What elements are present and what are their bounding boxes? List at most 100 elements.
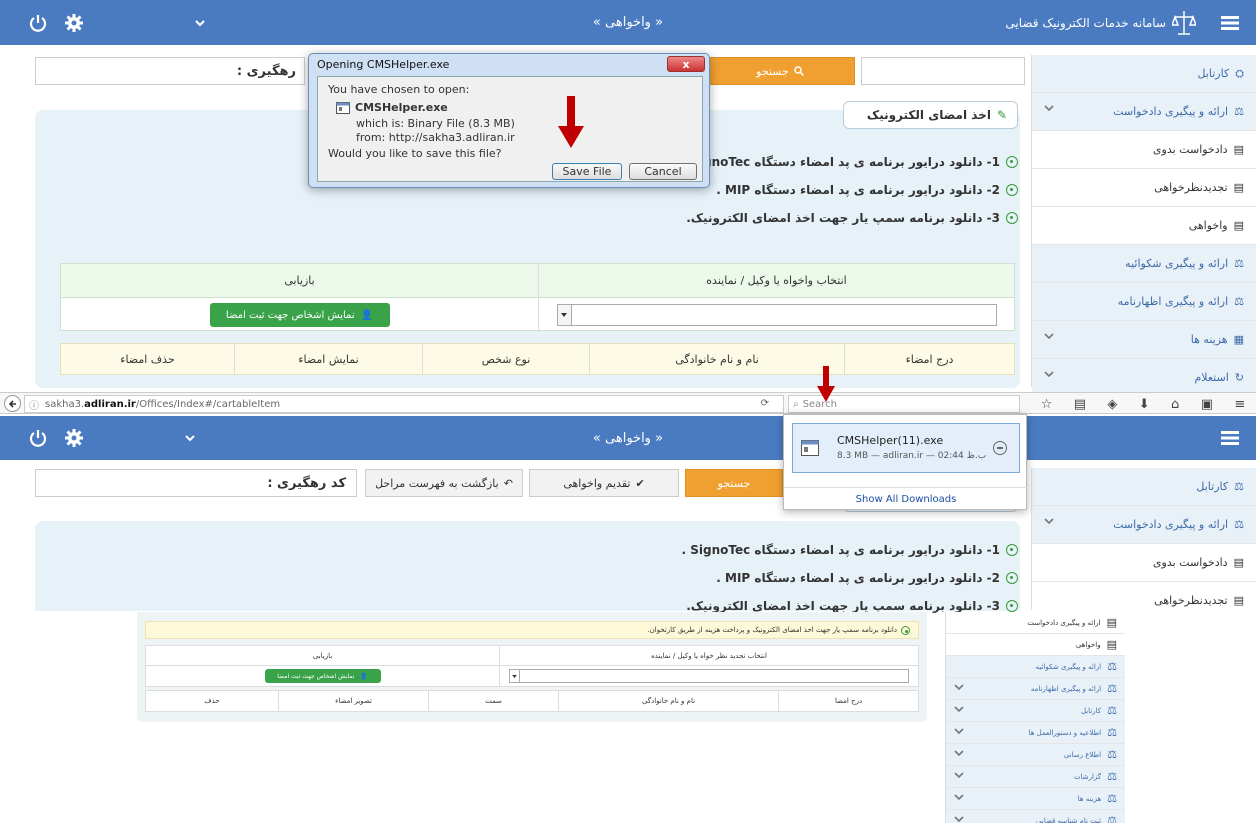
search-button[interactable]: جستجو (685, 469, 783, 497)
dialog-close-button[interactable]: x (667, 56, 705, 72)
show-persons-button[interactable]: 👤 نمایش اشخاص جهت ثبت امضا (209, 303, 390, 327)
reload-icon[interactable]: ⟳ (761, 398, 769, 409)
submit-objection-button[interactable]: ✔ تقدیم واخواهی (529, 469, 679, 497)
submit-objection-label: تقدیم واخواهی (563, 476, 631, 490)
download-icon[interactable]: ⬇ (1139, 397, 1150, 412)
show-persons-label: نمایش اشخاص جهت ثبت امضا (225, 309, 355, 321)
calculator-icon: ▦ (1233, 333, 1244, 346)
search-input[interactable] (861, 57, 1025, 85)
person-select[interactable] (556, 304, 997, 326)
bottom-select-arrow[interactable] (510, 670, 521, 682)
power-icon (29, 14, 47, 32)
sidebar-item[interactable]: ⚖ ارائه و پیگیری شکوائیه (1032, 245, 1256, 283)
sidebar-item[interactable]: ▤ دادخواست بدوی (1032, 544, 1256, 582)
cancel-button[interactable]: Cancel (629, 163, 697, 180)
sidebar-item[interactable]: ⚖ ارائه و پیگیری اظهارنامه (946, 678, 1125, 700)
sidebar-item[interactable]: ⚖ کارتابل (946, 700, 1125, 722)
downloads-panel: CMSHelper(11).exe 8.3 MB — adliran.ir — … (783, 414, 1028, 510)
sidebar-item-label: دادخواست بدوی (1152, 143, 1228, 156)
browser-menu-icon[interactable]: ≡ (1234, 397, 1245, 412)
tab-signature[interactable]: ✎ اخذ امضای الکترونیک (843, 101, 1018, 129)
url-path: /Offices/Index#/cartableItem (135, 398, 281, 410)
column-header: تصویر امضاء (278, 691, 428, 711)
chevron-down-icon (195, 19, 205, 26)
user-icon: 👤 (360, 309, 374, 321)
sidebar-item[interactable]: ⚖ ارائه و پیگیری اظهارنامه (1032, 283, 1256, 321)
settings-button[interactable] (54, 416, 94, 460)
tracking-label: رهگیری : (236, 63, 296, 79)
bottom-show-button[interactable]: 👤 نمایش اشخاص جهت ثبت امضا (264, 669, 381, 683)
sidebar-item[interactable]: ▤ دادخواست بدوی (1032, 131, 1256, 169)
back-button[interactable] (4, 395, 21, 412)
settings-button[interactable] (54, 0, 94, 45)
tracking-label-full: کد رهگیری : (267, 475, 346, 491)
red-arrow-save (558, 96, 584, 148)
sidebar-item[interactable]: ▤ تجدیدنظرخواهی (1032, 582, 1256, 610)
sidebar-item[interactable]: ⚖ کارتابل (1032, 468, 1256, 506)
back-to-steps-label: بازگشت به فهرست مراحل (375, 476, 499, 490)
dropdown-button[interactable] (170, 416, 210, 460)
sidebar-item[interactable]: ▤ ارائه و پیگیری دادخواست (946, 612, 1125, 634)
sidebar-item[interactable]: ⚖ ارائه و پیگیری دادخواست (1032, 506, 1256, 544)
scales-logo-icon (1172, 10, 1196, 35)
bottom-select-label: انتخاب تجدید نظر خواه یا وکیل / نماینده (499, 646, 918, 665)
bookmarks-icon[interactable]: ▤ (1074, 397, 1086, 412)
sidebar-item[interactable]: ⚖ ارائه و پیگیری دادخواست (1032, 93, 1256, 131)
download-step-link[interactable]: 1- دانلود درایور برنامه ی پد امضاء دستگا… (681, 543, 1018, 557)
sidebar-item[interactable]: ⚖ اطلاعیه و دستورالعمل ها (946, 722, 1125, 744)
tracking-field[interactable]: رهگیری : (35, 57, 305, 85)
back-to-steps-button[interactable]: ↶ بازگشت به فهرست مراحل (365, 469, 523, 497)
sidebar-item-label: کارتابل (1197, 67, 1230, 80)
sidebar-item[interactable]: ▤ واخواهی (946, 634, 1125, 656)
sidebar-item-label: ارائه و پیگیری دادخواست (1027, 618, 1101, 627)
chevron-down-icon (185, 435, 195, 442)
download-step-link[interactable]: 3- دانلود برنامه سمپ یار جهت اخذ امضای ا… (686, 599, 1018, 613)
scale-icon: ⚖ (1234, 257, 1244, 270)
chevron-down-icon (954, 728, 964, 735)
power-button[interactable] (18, 0, 58, 45)
url-bar[interactable]: ⓘ sakha3. adliran.ir/Offices/Index#/carta… (24, 395, 784, 413)
sidebar-item[interactable]: ⚖ اطلاع رسانی (946, 744, 1125, 766)
column-header: نام و نام خانوادگی (558, 691, 778, 711)
sidebar-item[interactable]: ⚖ ثبت نام شناسه قضایی (946, 810, 1125, 823)
dropdown-button[interactable] (180, 0, 220, 45)
signatures-table-top: درج امضاء نام و نام خانوادگی نوع شخص نمایش … (60, 343, 1015, 375)
sidebar-item[interactable]: ▤ واخواهی (1032, 207, 1256, 245)
scale-icon: ⚖ (1234, 480, 1244, 493)
download-step-link[interactable]: 3- دانلود برنامه سمپ یار جهت اخذ امضای ا… (686, 211, 1018, 225)
sidebar-item[interactable]: ⚖ هزینه ها (946, 788, 1125, 810)
reply-icon: ↶ (503, 476, 513, 490)
download-step-link[interactable]: 2- دانلود درایور برنامه ی پد امضاء دستگا… (716, 183, 1018, 197)
home-icon[interactable]: ⌂ (1171, 397, 1179, 412)
download-step-link[interactable]: 2- دانلود درایور برنامه ی پد امضاء دستگا… (716, 571, 1018, 585)
sidebar-item[interactable]: ⚖ ارائه و پیگیری شکوائیه (946, 656, 1125, 678)
select-cell (538, 298, 1014, 332)
column-header: درج امضاء (844, 344, 1014, 374)
menu-button[interactable] (1210, 416, 1250, 460)
chevron-down-icon (954, 706, 964, 713)
tracking-field[interactable]: کد رهگیری : (35, 469, 357, 497)
sidebar-item[interactable]: ▤ تجدیدنظرخواهی (1032, 169, 1256, 207)
search-button[interactable]: جستجو (705, 57, 855, 85)
menu-button[interactable] (1210, 0, 1250, 45)
open-folder-button[interactable] (993, 441, 1007, 455)
sidebar-item[interactable]: ⚖ گزارشات (946, 766, 1125, 788)
power-button[interactable] (18, 416, 58, 460)
addon-icon[interactable]: ▣ (1201, 397, 1213, 412)
bottom-select-row: 👤 نمایش اشخاص جهت ثبت امضا (146, 666, 918, 686)
show-all-downloads-link[interactable]: Show All Downloads (784, 487, 1028, 505)
download-step-link[interactable]: 1- دانلود درایور برنامه ی پد امضاء دستگا… (690, 155, 1018, 169)
sidebar-item[interactable]: ▦ هزینه ها (1032, 321, 1256, 359)
sidebar-item-label: ارائه و پیگیری دادخواست (1113, 105, 1229, 118)
sidebar-item[interactable]: ⛭ کارتابل (1032, 55, 1256, 93)
scale-icon: ⚖ (1107, 748, 1117, 761)
scale-icon: ⚖ (1107, 704, 1117, 717)
person-select-arrow[interactable] (557, 305, 572, 325)
save-file-button[interactable]: Save File (552, 163, 622, 180)
bookmark-star-icon[interactable]: ☆ (1041, 397, 1053, 412)
download-item[interactable]: CMSHelper(11).exe 8.3 MB — adliran.ir — … (792, 423, 1020, 473)
bottom-person-select[interactable] (509, 669, 910, 683)
doc-icon: ▤ (1233, 594, 1244, 607)
pocket-icon[interactable]: ◈ (1107, 397, 1117, 412)
sidebar-item-label: اطلاعیه و دستورالعمل ها (1028, 728, 1102, 737)
